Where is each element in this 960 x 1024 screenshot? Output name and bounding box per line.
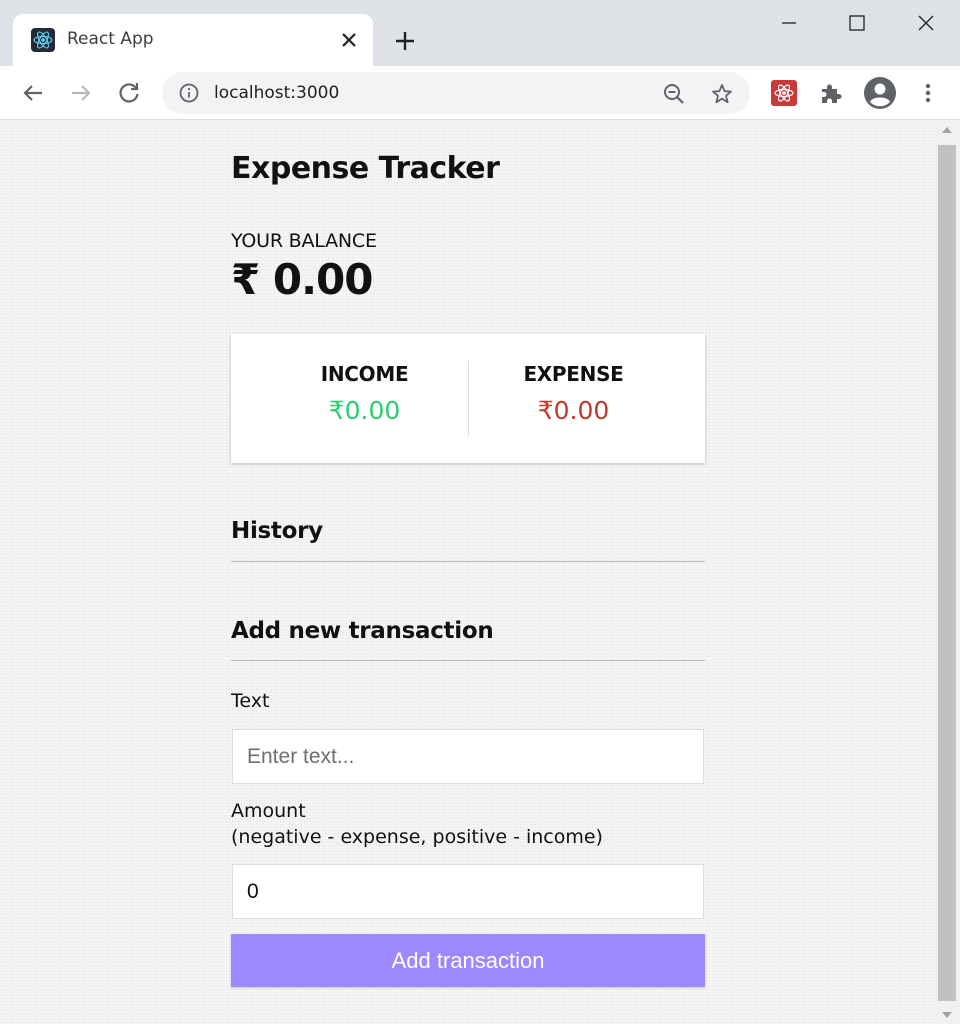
star-icon[interactable] [710,82,734,106]
url-text: localhost:3000 [214,83,340,103]
amount-hint: (negative - expense, positive - income) [231,826,603,848]
add-transaction-title: Add new transaction [231,618,494,644]
plus-icon[interactable] [390,26,420,56]
maximize-icon[interactable] [842,8,872,38]
account-icon[interactable] [863,76,897,110]
amount-input[interactable] [232,864,704,919]
add-transaction-button[interactable]: Add transaction [231,934,705,987]
close-icon[interactable] [335,26,363,54]
minimize-icon[interactable] [774,8,804,38]
text-field-label: Text [231,690,270,712]
scroll-thumb[interactable] [938,145,956,1001]
scroll-up-icon[interactable] [942,127,952,133]
puzzle-icon[interactable] [817,79,845,107]
page-viewport: Expense Tracker YOUR BALANCE ₹ 0.00 INCO… [0,121,934,1024]
income-expense-card: INCOME ₹0.00 EXPENSE ₹0.00 [231,334,705,463]
page-title: Expense Tracker [231,151,500,186]
income-label: INCOME [320,362,409,386]
info-icon[interactable] [178,82,200,104]
history-title: History [231,518,323,544]
react-icon [31,28,55,52]
scroll-down-icon[interactable] [942,1012,952,1018]
history-divider [231,561,705,562]
income-panel: INCOME ₹0.00 [246,334,483,463]
browser-toolbar: localhost:3000 [0,66,960,120]
browser-tab[interactable]: React App [13,14,373,66]
kebab-menu-icon[interactable] [914,79,942,107]
tab-strip: React App [0,0,960,66]
balance-label: YOUR BALANCE [231,230,377,252]
zoom-out-icon[interactable] [662,82,686,106]
income-amount: ₹0.00 [328,396,401,425]
amount-field-label: Amount [231,800,306,822]
reload-icon[interactable] [114,78,144,108]
window-close-icon[interactable] [911,8,941,38]
react-devtools-icon[interactable] [770,79,798,107]
address-bar[interactable]: localhost:3000 [162,72,750,114]
expense-amount: ₹0.00 [537,396,610,425]
expense-panel: EXPENSE ₹0.00 [455,334,692,463]
text-input[interactable] [232,729,704,784]
expense-label: EXPENSE [523,362,624,386]
arrow-right-icon[interactable] [66,78,96,108]
tab-title: React App [67,29,154,49]
add-transaction-divider [231,660,705,661]
balance-amount: ₹ 0.00 [231,255,373,304]
arrow-left-icon[interactable] [18,78,48,108]
vertical-scrollbar[interactable] [934,121,960,1024]
